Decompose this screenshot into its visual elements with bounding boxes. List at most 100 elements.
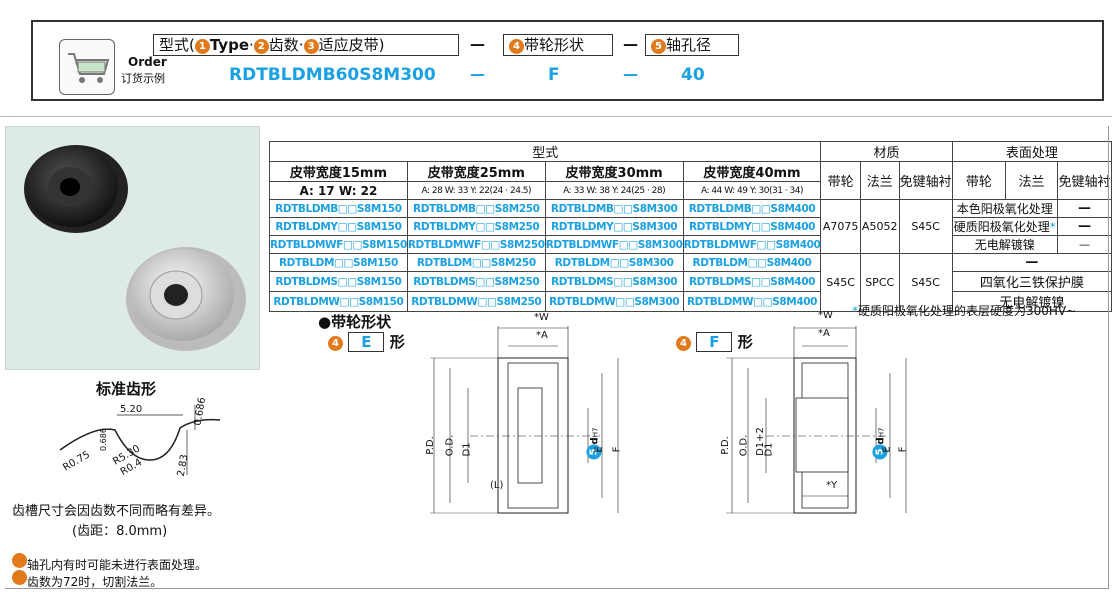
profile-note-2: (齿距：8.0mm): [72, 524, 168, 539]
profile-note-4: 齿数为72时，切割法兰。: [12, 570, 162, 590]
model-cell: RDTBLDMW□□S8M400: [682, 291, 822, 312]
model-cell: RDTBLDM□□S8M300: [544, 253, 684, 272]
surface-dash-c: —: [1056, 235, 1112, 254]
f-dim-d: 5dH7: [872, 427, 888, 460]
dim-w15: A: 17 W: 22: [269, 181, 408, 200]
num-4-icon: 4: [328, 336, 343, 351]
type-label-suffix: ): [378, 36, 385, 54]
model-cell: RDTBLDMS□□S8M300: [544, 271, 684, 292]
bore-label-text: 轴孔径: [666, 36, 712, 54]
e-dim-l: (L): [490, 480, 504, 491]
surface-dash-b: —: [1056, 217, 1112, 236]
example-bore: 40: [681, 65, 705, 85]
f-dim-w: *W: [818, 310, 833, 321]
right-border: [1108, 126, 1109, 588]
e-dim-d1: D1: [461, 442, 473, 457]
footnote: *硬质阳极氧化处理的表层硬度为300HV~: [852, 302, 1076, 319]
surface-3: 无电解镀镍: [951, 235, 1058, 254]
f-dim-d1: D1: [763, 442, 775, 457]
note-icon-1: [12, 553, 27, 568]
model-cell: RDTBLDMWF□□S8M400: [682, 235, 822, 254]
footnote-text: 硬质阳极氧化处理的表层硬度为300HV~: [858, 304, 1077, 318]
e-dim-a: *A: [536, 330, 548, 341]
th-pulley: 带轮: [820, 161, 861, 200]
num-1-icon: 1: [194, 39, 210, 54]
shape-label-text: 带轮形状: [524, 36, 585, 54]
shape-e-drawing: [430, 326, 619, 514]
order-example-box: Order 订货示例 型式(1 Type· 2 齿数· 3 适应皮带) — 4 带轮形状 —…: [31, 20, 1104, 101]
model-cell: RDTBLDMB□□S8M150: [269, 199, 408, 218]
model-cell: RDTBLDM□□S8M250: [406, 253, 546, 272]
bore-label: 5 轴孔径: [645, 34, 739, 56]
th-bushing-surface: 免键轴衬: [1056, 161, 1112, 200]
model-cell: RDTBLDMWF□□S8M250: [406, 235, 546, 254]
model-cell: RDTBLDMS□□S8M400: [682, 271, 822, 292]
product-photo: [5, 126, 260, 370]
th-pulley-surface: 带轮: [951, 161, 1007, 200]
cart-icon: [59, 39, 115, 95]
num-2-icon: 2: [253, 39, 269, 54]
mat-a-pulley: A7075: [820, 199, 861, 254]
th-w25: 皮带宽度25mm: [406, 161, 546, 182]
e-d-label: d: [589, 437, 601, 445]
profile-dim-0686b: 0.686: [98, 428, 108, 451]
shape-label: 4 带轮形状: [503, 34, 613, 56]
shape-e-title: 4 E 形: [328, 331, 405, 352]
order-title-cn: 订货示例: [121, 72, 165, 85]
separator: [0, 116, 1112, 117]
surface-dash-a: —: [1056, 199, 1112, 218]
model-cell: RDTBLDMWF□□S8M300: [544, 235, 684, 254]
model-cell: RDTBLDMWF□□S8M150: [269, 235, 408, 254]
dim-w30: A: 33 W: 38 Y: 24(25 · 28): [544, 181, 684, 200]
model-cell: RDTBLDMB□□S8M400: [682, 199, 822, 218]
th-type: 型式: [268, 141, 822, 162]
e-dim-e: E: [593, 446, 605, 453]
f-h7: H7: [877, 427, 886, 438]
f-dim-od: O.D.: [738, 434, 750, 457]
model-cell: RDTBLDMY□□S8M250: [406, 217, 546, 236]
model-cell: RDTBLDM□□S8M150: [269, 253, 408, 272]
mat-a-flange: A5052: [859, 199, 900, 254]
model-cell: RDTBLDMB□□S8M300: [544, 199, 684, 218]
example-dash-2: —: [623, 65, 638, 83]
surface-4: —: [951, 253, 1112, 272]
model-cell: RDTBLDMY□□S8M300: [544, 217, 684, 236]
e-dim-w: *W: [534, 312, 549, 323]
num-5-icon: 5: [651, 39, 666, 54]
type-label-type: Type: [209, 36, 249, 54]
profile-title: 标准齿形: [96, 380, 157, 398]
th-material: 材质: [820, 141, 953, 162]
spec-table: 型式 材质 表面处理 皮带宽度15mm 皮带宽度25mm 皮带宽度30mm 皮带…: [268, 141, 1112, 312]
f-dim-e: E: [881, 446, 893, 453]
type-label-prefix: 型式(: [159, 36, 195, 54]
shape-e-suffix: 形: [389, 333, 405, 351]
model-cell: RDTBLDMY□□S8M400: [682, 217, 822, 236]
f-dim-y: *Y: [826, 480, 838, 491]
num-3-icon: 3: [303, 39, 319, 54]
note-icon-2: [12, 570, 27, 585]
num-4-icon: 4: [676, 336, 691, 351]
dash-2: —: [623, 35, 638, 53]
f-dim-f: F: [897, 446, 909, 453]
example-dash-1: —: [470, 65, 485, 83]
model-cell: RDTBLDMW□□S8M250: [406, 291, 546, 312]
th-surface: 表面处理: [951, 141, 1112, 162]
model-cell: RDTBLDMB□□S8M250: [406, 199, 546, 218]
model-cell: RDTBLDMW□□S8M300: [544, 291, 684, 312]
th-flange: 法兰: [859, 161, 900, 200]
model-cell: RDTBLDMS□□S8M150: [269, 271, 408, 292]
order-title-en: Order: [128, 55, 167, 69]
num-4-icon: 4: [509, 39, 524, 54]
surface-2-star: *: [1049, 220, 1056, 234]
profile-dim-520: 5.20: [120, 404, 143, 415]
e-dim-f: F: [611, 446, 623, 453]
th-w15: 皮带宽度15mm: [269, 161, 408, 182]
model-cell: RDTBLDMS□□S8M250: [406, 271, 546, 292]
th-w30: 皮带宽度30mm: [544, 161, 684, 182]
surface-1: 本色阳极氧化处理: [951, 199, 1058, 218]
surface-2: 硬质阳极氧化处理*: [951, 217, 1058, 236]
drawing-title: ●带轮形状: [318, 313, 392, 331]
bottom-border: [5, 588, 1109, 589]
model-cell: RDTBLDMY□□S8M150: [269, 217, 408, 236]
type-label: 型式(1 Type· 2 齿数· 3 适应皮带): [153, 34, 459, 56]
